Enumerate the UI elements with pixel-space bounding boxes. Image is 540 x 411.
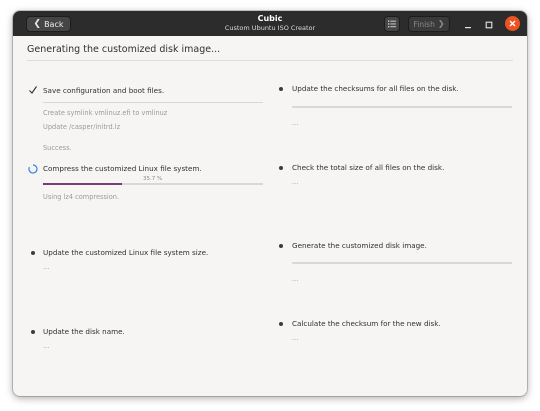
maximize-icon: [485, 21, 493, 29]
spinner-icon: [28, 164, 38, 174]
step-divider: [43, 102, 263, 103]
title-area: Cubic Custom Ubuntu ISO Creator: [193, 14, 347, 33]
chevron-left-icon: ❮: [33, 18, 42, 29]
back-button-label: Back: [44, 19, 64, 29]
checkmark-icon: [29, 86, 37, 94]
step-label: Check the total size of all files on the…: [292, 163, 445, 172]
step-detail: Success.: [43, 144, 72, 152]
close-icon: [509, 20, 516, 27]
step-label: Update the disk name.: [43, 327, 125, 336]
step-label: Update the customized Linux file system …: [43, 248, 209, 257]
step-label: Compress the customized Linux file syste…: [43, 164, 202, 173]
maximize-button[interactable]: [482, 17, 496, 31]
chevron-right-icon: ❯: [437, 19, 445, 28]
list-button[interactable]: [384, 16, 400, 32]
bullet-icon: [31, 330, 35, 334]
progress-fill: [43, 183, 122, 185]
bullet-icon: [279, 322, 283, 326]
close-button[interactable]: [505, 16, 520, 31]
step-detail: Create symlink vmlinuz.efi to vmlinuz: [43, 109, 168, 117]
main-content: Generating the customized disk image... …: [13, 36, 527, 396]
step-detail: Update /casper/initrd.lz: [43, 123, 121, 131]
step-detail: ...: [292, 178, 299, 186]
cubic-window: ❮ Back Cubic Custom Ubuntu ISO Creator F…: [13, 11, 527, 396]
step-detail: ...: [43, 263, 50, 271]
back-button[interactable]: ❮ Back: [26, 16, 71, 32]
window-title: Cubic: [257, 14, 283, 23]
step-detail: ...: [292, 119, 299, 127]
window-subtitle: Custom Ubuntu ISO Creator: [224, 24, 316, 32]
bullet-icon: [279, 87, 283, 91]
list-icon: [388, 20, 396, 28]
step-detail: ...: [43, 342, 50, 350]
bullet-icon: [279, 166, 283, 170]
progress-bar: [43, 183, 263, 185]
title-bar[interactable]: ❮ Back Cubic Custom Ubuntu ISO Creator F…: [13, 11, 527, 36]
finish-button[interactable]: Finish ❯: [408, 16, 450, 32]
progress-bar: [292, 106, 512, 108]
minimize-icon: [465, 27, 471, 29]
page-heading: Generating the customized disk image...: [27, 44, 221, 55]
step-label: Update the checksums for all files on th…: [292, 84, 459, 93]
step-label: Generate the customized disk image.: [292, 241, 427, 250]
finish-button-label: Finish: [413, 19, 435, 29]
progress-percent: 35.7 %: [143, 176, 163, 182]
step-detail: Using lz4 compression.: [43, 193, 120, 201]
heading-divider: [27, 60, 513, 61]
progress-bar: [292, 262, 512, 264]
step-detail: ...: [292, 334, 299, 342]
step-detail: ...: [292, 275, 299, 283]
bullet-icon: [31, 251, 35, 255]
step-label: Save configuration and boot files.: [43, 86, 165, 95]
bullet-icon: [279, 244, 283, 248]
step-label: Calculate the checksum for the new disk.: [292, 319, 441, 328]
minimize-button[interactable]: [461, 17, 475, 31]
